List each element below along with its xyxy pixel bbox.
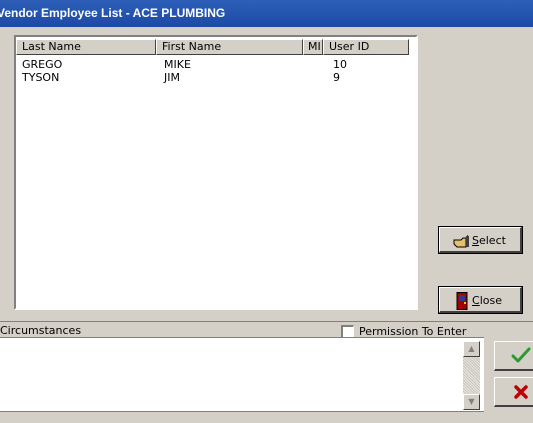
- scroll-up-arrow-icon: ▲: [468, 344, 475, 353]
- row-last-name: GREGO: [22, 58, 63, 71]
- circumstances-label: Circumstances: [0, 324, 82, 337]
- employee-list[interactable]: Last Name First Name MI User ID GREGO MI…: [14, 35, 418, 310]
- circumstances-textarea[interactable]: [0, 337, 484, 412]
- row-user-id: 10: [333, 58, 347, 71]
- select-button[interactable]: Select: [438, 226, 523, 254]
- close-label: lose: [479, 294, 502, 307]
- cancel-button[interactable]: [494, 377, 533, 407]
- column-header-user-id[interactable]: User ID: [323, 39, 409, 55]
- row-first-name: MIKE: [164, 58, 191, 71]
- check-icon: [511, 347, 531, 368]
- column-header-mi[interactable]: MI: [303, 39, 323, 55]
- scroll-down-arrow-icon: ▼: [468, 397, 475, 406]
- title-bar: Vendor Employee List - ACE PLUMBING: [0, 0, 533, 27]
- column-header-last-name[interactable]: Last Name: [16, 39, 156, 55]
- column-header-first-name[interactable]: First Name: [156, 39, 303, 55]
- row-user-id: 9: [333, 71, 340, 84]
- divider: [0, 321, 533, 322]
- vertical-scrollbar[interactable]: ▲ ▼: [463, 341, 480, 410]
- ok-button[interactable]: [494, 341, 533, 371]
- scroll-up-button[interactable]: ▲: [463, 341, 480, 357]
- row-last-name: TYSON: [22, 71, 60, 84]
- door-icon: [456, 292, 468, 313]
- select-label: elect: [478, 234, 506, 247]
- close-button[interactable]: Close: [438, 286, 523, 314]
- x-icon: [513, 384, 529, 403]
- select-mnemonic: S: [472, 234, 479, 247]
- window-title: Vendor Employee List - ACE PLUMBING: [0, 6, 226, 20]
- select-hand-icon: [453, 234, 471, 251]
- close-mnemonic: C: [472, 294, 480, 307]
- row-first-name: JIM: [164, 71, 180, 84]
- scroll-down-button[interactable]: ▼: [463, 394, 480, 410]
